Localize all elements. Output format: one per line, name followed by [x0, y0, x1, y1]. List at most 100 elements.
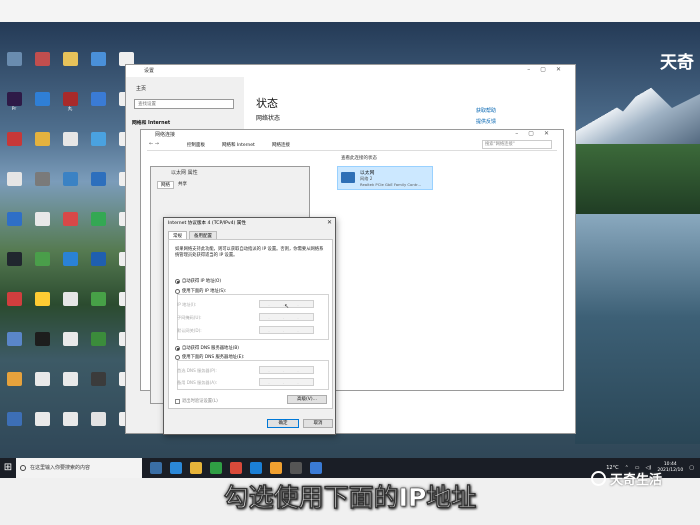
- search-app-icon[interactable]: [170, 462, 182, 474]
- validate-checkbox[interactable]: [175, 398, 180, 404]
- desktop-icon[interactable]: [30, 332, 54, 347]
- desktop-icon[interactable]: [86, 252, 110, 267]
- help-link[interactable]: 获取帮助: [476, 107, 496, 114]
- app-icon: [34, 372, 50, 386]
- desktop-icon[interactable]: [30, 372, 54, 387]
- desktop-icon[interactable]: [30, 252, 54, 267]
- app-icon: [34, 92, 50, 106]
- desktop-icon[interactable]: [58, 412, 82, 427]
- wps-icon[interactable]: [230, 462, 242, 474]
- desktop-icon[interactable]: [58, 292, 82, 307]
- desktop-icon[interactable]: [30, 52, 54, 67]
- ok-button[interactable]: 确定: [267, 419, 299, 428]
- desktop-icon[interactable]: [2, 132, 26, 147]
- desktop-icon[interactable]: [58, 252, 82, 267]
- desktop-icon[interactable]: [86, 212, 110, 227]
- desktop-icon[interactable]: [2, 252, 26, 267]
- desktop-icon[interactable]: [30, 92, 54, 107]
- desktop-icon[interactable]: [86, 52, 110, 67]
- desktop-icon[interactable]: [2, 412, 26, 427]
- desktop-icon[interactable]: [86, 132, 110, 147]
- brand-watermark-bottom: 天奇生活: [590, 469, 662, 488]
- desktop-icon[interactable]: [58, 332, 82, 347]
- file-explorer-icon[interactable]: [190, 462, 202, 474]
- ethernet-adapter[interactable]: 以太网 网络 2 Realtek PCIe GbE Family Contr..…: [337, 166, 433, 190]
- auto-ip-radio[interactable]: [175, 278, 180, 284]
- view-status-button[interactable]: 查看此连接的状态: [341, 155, 377, 161]
- desktop-icon[interactable]: [86, 172, 110, 187]
- windows-start-icon[interactable]: ⊞: [0, 458, 16, 478]
- validate-option[interactable]: 退出时验证设置(L): [175, 398, 218, 404]
- breadcrumb-2[interactable]: 网络连接: [272, 142, 290, 148]
- dns2-label: 备用 DNS 服务器(A):: [177, 380, 218, 385]
- settings-category: 网络和 Internet: [132, 121, 171, 126]
- breadcrumb-1[interactable]: 网络和 Internet: [222, 142, 255, 148]
- desktop-icon[interactable]: [30, 292, 54, 307]
- desktop-icon[interactable]: [30, 412, 54, 427]
- folder-icon[interactable]: [270, 462, 282, 474]
- desktop-icon[interactable]: 丸: [58, 92, 82, 112]
- desktop-icon[interactable]: [58, 132, 82, 147]
- notification-icon[interactable]: ▢: [689, 465, 694, 471]
- breadcrumb-0[interactable]: 控制面板: [187, 142, 205, 148]
- cancel-button[interactable]: 取消: [303, 419, 333, 428]
- manual-ip-radio[interactable]: [175, 288, 180, 294]
- advanced-button[interactable]: 高级(V)...: [287, 395, 327, 404]
- app-icon: [34, 412, 50, 426]
- window-controls[interactable]: –▢✕: [527, 66, 571, 73]
- dns2-field[interactable]: . . .: [259, 378, 314, 386]
- desktop-icon[interactable]: [2, 212, 26, 227]
- desktop-icon[interactable]: [86, 292, 110, 307]
- desktop-icon[interactable]: [30, 172, 54, 187]
- close-icon[interactable]: ✕: [327, 219, 332, 226]
- network-app-icon[interactable]: [310, 462, 322, 474]
- desktop-icon[interactable]: [2, 52, 26, 67]
- ethprop-title: 以太网 属性: [171, 170, 198, 176]
- desktop-icon[interactable]: [86, 372, 110, 387]
- auto-dns-label: 自动获得 DNS 服务器地址(B): [182, 346, 239, 351]
- adapter-device: Realtek PCIe GbE Family Contr...: [360, 182, 422, 187]
- netconn-window-controls[interactable]: –▢✕: [515, 130, 559, 137]
- wechat-icon[interactable]: [210, 462, 222, 474]
- task-view-icon[interactable]: [150, 462, 162, 474]
- tab-share[interactable]: 共享: [175, 181, 190, 187]
- netconn-search-input[interactable]: 搜索"网络连接": [482, 140, 552, 149]
- desktop-icon[interactable]: [2, 292, 26, 307]
- mouse-cursor-icon: ↖: [284, 303, 290, 310]
- auto-dns-radio[interactable]: [175, 345, 180, 351]
- settings-home[interactable]: 主页: [136, 85, 146, 92]
- nav-back-icon[interactable]: ← →: [149, 141, 159, 147]
- mask-label: 子网掩码(U):: [177, 315, 202, 320]
- edge-icon[interactable]: [250, 462, 262, 474]
- desktop-icon[interactable]: [58, 212, 82, 227]
- auto-ip-label: 自动获得 IP 地址(O): [182, 279, 222, 284]
- taskbar-search[interactable]: 在这里输入你要搜索的内容: [16, 458, 142, 478]
- settings-title: 设置: [144, 68, 155, 74]
- feedback-link[interactable]: 提供反馈: [476, 118, 496, 125]
- desktop-icon[interactable]: [2, 172, 26, 187]
- desktop-icon[interactable]: Pr: [2, 92, 26, 112]
- gateway-field[interactable]: . . .: [259, 326, 314, 334]
- desktop-icon[interactable]: [30, 212, 54, 227]
- app-icon: [34, 132, 50, 146]
- desktop-icon-grid: Pr 丸: [0, 52, 140, 462]
- settings-search-input[interactable]: 查找设置: [134, 99, 234, 109]
- desktop-icon[interactable]: [86, 92, 110, 107]
- desktop-icon[interactable]: [86, 332, 110, 347]
- address-bar[interactable]: ← → 控制面板 网络和 Internet 网络连接 搜索"网络连接": [147, 139, 557, 151]
- desktop-icon[interactable]: [58, 372, 82, 387]
- desktop-icon[interactable]: [58, 172, 82, 187]
- desktop-icon[interactable]: [58, 52, 82, 67]
- manual-dns-radio[interactable]: [175, 354, 180, 360]
- desktop-icon[interactable]: [2, 332, 26, 347]
- desktop-icon-label: Pr: [11, 107, 17, 112]
- dns1-field[interactable]: . . .: [259, 366, 314, 374]
- subnet-mask-field[interactable]: . . .: [259, 313, 314, 321]
- tab-network[interactable]: 网络: [157, 181, 174, 189]
- desktop-icon[interactable]: [86, 412, 110, 427]
- auto-ip-option[interactable]: 自动获得 IP 地址(O): [175, 278, 221, 284]
- settings-gear-icon[interactable]: [290, 462, 302, 474]
- auto-dns-option[interactable]: 自动获得 DNS 服务器地址(B): [175, 345, 239, 351]
- desktop-icon[interactable]: [30, 132, 54, 147]
- desktop-icon[interactable]: [2, 372, 26, 387]
